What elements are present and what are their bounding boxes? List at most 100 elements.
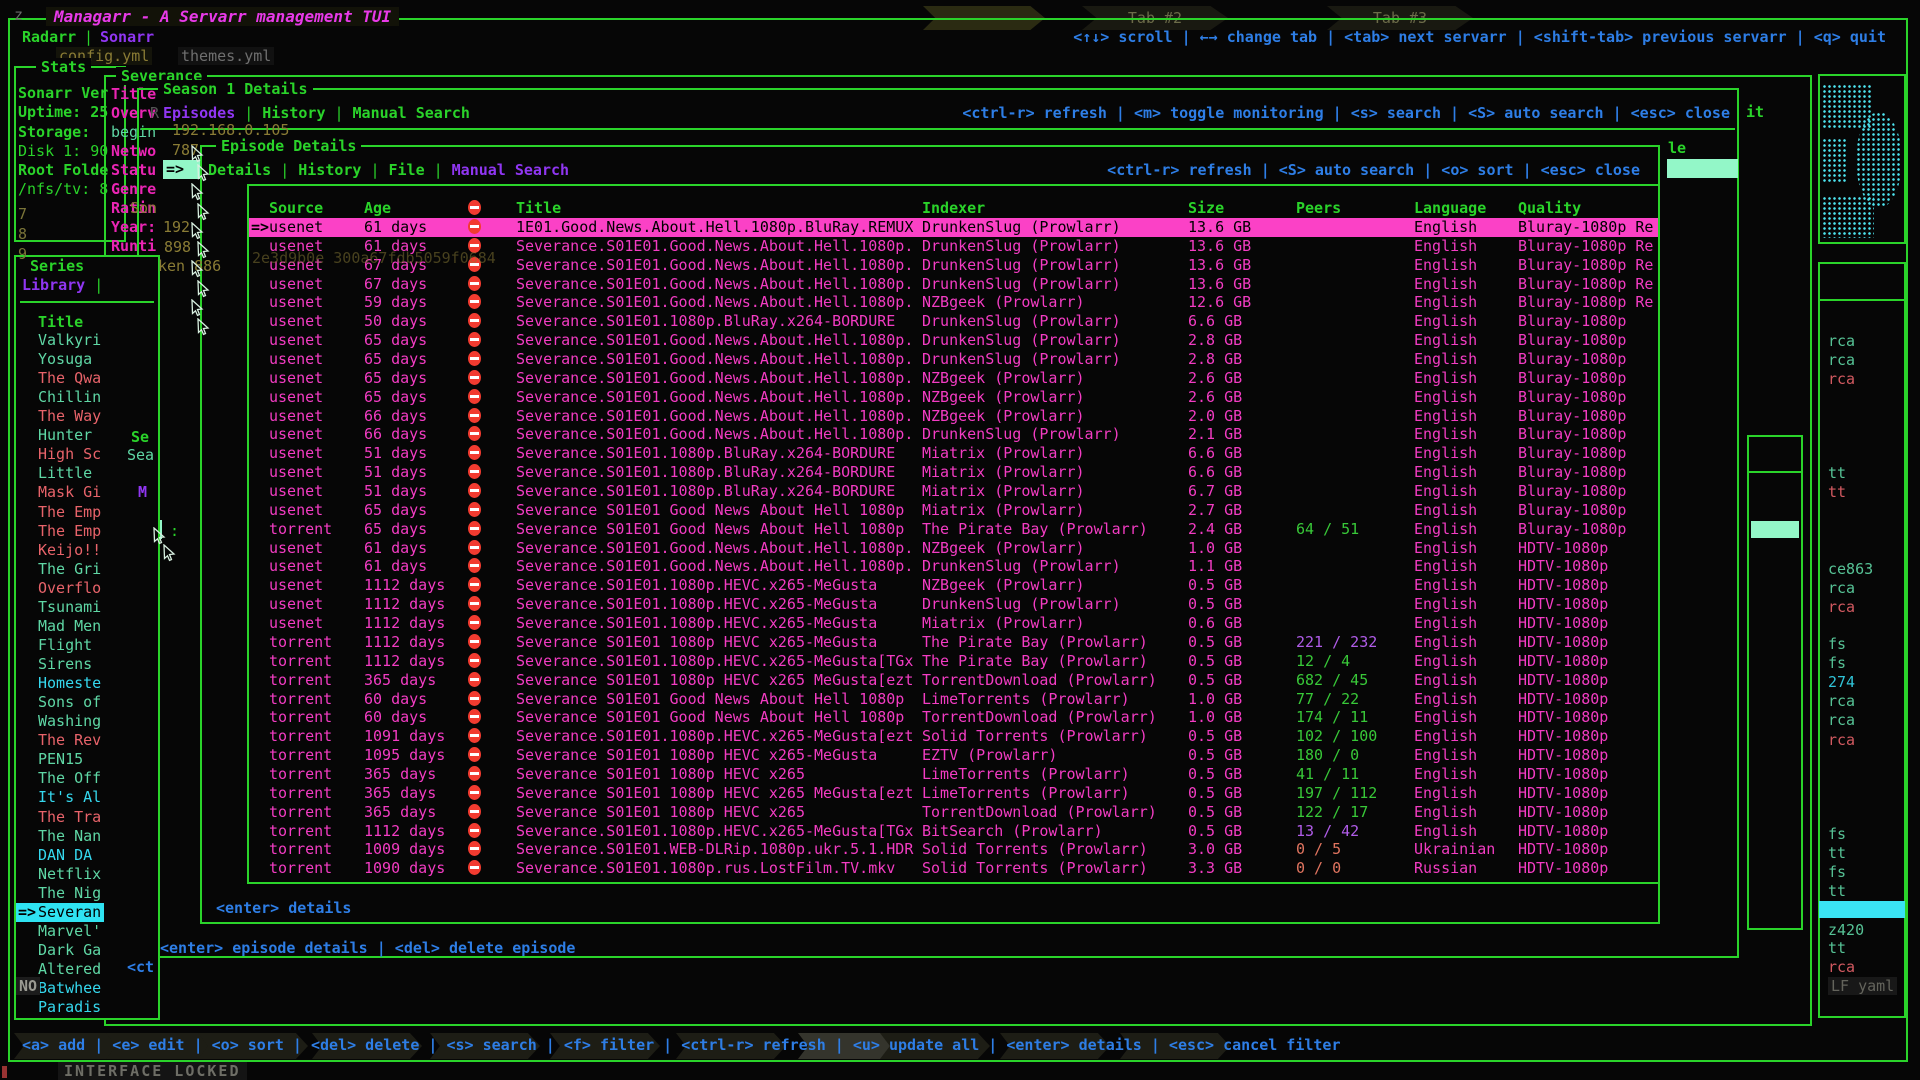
table-row[interactable]: usenet59 daysSeverance.S01E01.Good.News.… bbox=[249, 293, 1658, 312]
series-list-item[interactable]: Little bbox=[16, 464, 156, 483]
table-row[interactable]: torrent365 daysSeverance S01E01 1080p HE… bbox=[249, 784, 1658, 803]
cell-rejected bbox=[468, 595, 488, 614]
header-quality: Quality bbox=[1518, 199, 1658, 218]
series-library-subtitle-separator: | bbox=[94, 276, 103, 294]
series-list-item[interactable]: Valkyri bbox=[16, 331, 156, 350]
no-entry-icon bbox=[468, 634, 481, 649]
table-row[interactable]: torrent1095 daysSeverance S01E01 1080p H… bbox=[249, 746, 1658, 765]
episode-tab-file[interactable]: File bbox=[389, 161, 425, 179]
series-list-item[interactable]: The Rev bbox=[16, 731, 156, 750]
table-row[interactable]: torrent65 daysSeverance S01E01 Good News… bbox=[249, 520, 1658, 539]
table-row[interactable]: usenet51 daysSeverance.S01E01.1080p.BluR… bbox=[249, 482, 1658, 501]
series-list-item[interactable]: =>Severan bbox=[16, 903, 156, 922]
table-row[interactable]: usenet51 daysSeverance.S01E01.1080p.BluR… bbox=[249, 444, 1658, 463]
cell-language: English bbox=[1414, 652, 1514, 671]
series-list-item[interactable]: The Tra bbox=[16, 808, 156, 827]
table-row[interactable]: torrent60 daysSeverance S01E01 Good News… bbox=[249, 690, 1658, 709]
table-row[interactable]: usenet65 daysSeverance S01E01 Good News … bbox=[249, 501, 1658, 520]
cell-age: 61 days bbox=[364, 557, 464, 576]
table-row[interactable]: torrent60 daysSeverance S01E01 Good News… bbox=[249, 708, 1658, 727]
table-row[interactable]: usenet65 daysSeverance.S01E01.Good.News.… bbox=[249, 369, 1658, 388]
season-tabs-divider bbox=[141, 128, 1735, 130]
series-list-item[interactable]: The Qwa bbox=[16, 369, 156, 388]
series-list-item[interactable]: Netflix bbox=[16, 865, 156, 884]
cell-size: 0.5 GB bbox=[1188, 576, 1292, 595]
table-row[interactable]: usenet1112 daysSeverance.S01E01.1080p.HE… bbox=[249, 595, 1658, 614]
series-list-item[interactable]: It's Al bbox=[16, 788, 156, 807]
cell-language: English bbox=[1414, 501, 1514, 520]
cell-rejected bbox=[468, 859, 488, 878]
series-list-item[interactable]: Mad Men bbox=[16, 617, 156, 636]
table-row[interactable]: torrent1112 daysSeverance.S01E01.1080p.H… bbox=[249, 822, 1658, 841]
table-row[interactable]: usenet65 daysSeverance.S01E01.Good.News.… bbox=[249, 331, 1658, 350]
episode-tab-history[interactable]: History bbox=[298, 161, 361, 179]
table-row[interactable]: usenet65 daysSeverance.S01E01.Good.News.… bbox=[249, 350, 1658, 369]
series-item-label: The Qwa bbox=[38, 369, 153, 388]
table-row[interactable]: torrent365 daysSeverance S01E01 1080p HE… bbox=[249, 671, 1658, 690]
series-list-item[interactable]: The Nig bbox=[16, 884, 156, 903]
cell-peers bbox=[1296, 256, 1410, 275]
series-list-item[interactable]: Washing bbox=[16, 712, 156, 731]
series-list-item[interactable]: The Emp bbox=[16, 503, 156, 522]
table-row[interactable]: torrent1112 daysSeverance.S01E01.1080p.H… bbox=[249, 652, 1658, 671]
cell-rejected bbox=[468, 652, 488, 671]
series-list-item[interactable]: The Way bbox=[16, 407, 156, 426]
table-row[interactable]: usenet1112 daysSeverance.S01E01.1080p.HE… bbox=[249, 614, 1658, 633]
series-list-item[interactable]: Mask Gi bbox=[16, 483, 156, 502]
table-row[interactable]: torrent1090 daysSeverance.S01E01.1080p.r… bbox=[249, 859, 1658, 878]
table-row[interactable]: usenet67 daysSeverance.S01E01.Good.News.… bbox=[249, 275, 1658, 294]
series-item-label: Flight bbox=[38, 636, 153, 655]
episode-tab-manual-search[interactable]: Manual Search bbox=[452, 161, 569, 179]
cell-language: English bbox=[1414, 727, 1514, 746]
series-list-item[interactable]: The Emp bbox=[16, 522, 156, 541]
series-list-item[interactable]: The Nan bbox=[16, 827, 156, 846]
series-list-item[interactable]: Chillin bbox=[16, 388, 156, 407]
table-row[interactable]: torrent1112 daysSeverance S01E01 1080p H… bbox=[249, 633, 1658, 652]
table-row[interactable]: =>usenet61 days1E01.Good.News.About.Hell… bbox=[249, 218, 1658, 237]
series-list-item[interactable]: Yosuga bbox=[16, 350, 156, 369]
right-side-panel-divider bbox=[1820, 299, 1904, 301]
series-list-item[interactable]: The Off bbox=[16, 769, 156, 788]
cell-language: English bbox=[1414, 822, 1514, 841]
cell-size: 13.6 GB bbox=[1188, 237, 1292, 256]
season-tab-history[interactable]: History bbox=[262, 104, 325, 122]
cell-language: English bbox=[1414, 237, 1514, 256]
table-row[interactable]: usenet61 daysSeverance.S01E01.Good.News.… bbox=[249, 557, 1658, 576]
season-tab-manual-search[interactable]: Manual Search bbox=[353, 104, 470, 122]
series-list-item[interactable]: Paradis bbox=[16, 998, 156, 1017]
table-row[interactable]: usenet65 daysSeverance.S01E01.Good.News.… bbox=[249, 388, 1658, 407]
series-list-item[interactable]: The Gri bbox=[16, 560, 156, 579]
table-row[interactable]: torrent1091 daysSeverance.S01E01.1080p.H… bbox=[249, 727, 1658, 746]
table-row[interactable]: torrent365 daysSeverance S01E01 1080p HE… bbox=[249, 765, 1658, 784]
series-list-item[interactable]: PEN15 bbox=[16, 750, 156, 769]
cell-source: usenet bbox=[269, 482, 364, 501]
table-row[interactable]: torrent1009 daysSeverance.S01E01.WEB-DLR… bbox=[249, 840, 1658, 859]
no-entry-icon bbox=[468, 540, 481, 555]
table-row[interactable]: usenet50 daysSeverance.S01E01.1080p.BluR… bbox=[249, 312, 1658, 331]
cell-peers bbox=[1296, 293, 1410, 312]
series-list-item[interactable]: Homeste bbox=[16, 674, 156, 693]
cell-source: usenet bbox=[269, 331, 364, 350]
cell-indexer: DrunkenSlug (Prowlarr) bbox=[922, 331, 1184, 350]
tab-sonarr[interactable]: Sonarr bbox=[100, 28, 154, 46]
table-row[interactable]: usenet66 daysSeverance.S01E01.Good.News.… bbox=[249, 407, 1658, 426]
series-list-item[interactable]: Sons of bbox=[16, 693, 156, 712]
table-row[interactable]: usenet66 daysSeverance.S01E01.Good.News.… bbox=[249, 425, 1658, 444]
cell-quality: HDTV-1080p bbox=[1518, 746, 1658, 765]
series-list-item[interactable]: Tsunami bbox=[16, 598, 156, 617]
tab-radarr[interactable]: Radarr bbox=[22, 28, 76, 46]
scrollbar-box[interactable] bbox=[1747, 435, 1803, 930]
episode-tab-details[interactable]: Details bbox=[208, 161, 271, 179]
table-row[interactable]: torrent365 daysSeverance S01E01 1080p HE… bbox=[249, 803, 1658, 822]
season-tab-episodes[interactable]: Episodes bbox=[163, 104, 235, 122]
series-list-item[interactable]: Keijo!! bbox=[16, 541, 156, 560]
table-row[interactable]: usenet51 daysSeverance.S01E01.1080p.BluR… bbox=[249, 463, 1658, 482]
series-list-item[interactable]: Flight bbox=[16, 636, 156, 655]
series-list-item[interactable]: Sirens bbox=[16, 655, 156, 674]
series-list-item[interactable]: DAN DA bbox=[16, 846, 156, 865]
scrollbar-thumb[interactable] bbox=[1751, 521, 1799, 538]
table-row[interactable]: usenet1112 daysSeverance.S01E01.1080p.HE… bbox=[249, 576, 1658, 595]
table-row[interactable]: usenet61 daysSeverance.S01E01.Good.News.… bbox=[249, 539, 1658, 558]
series-list-item[interactable]: Overflo bbox=[16, 579, 156, 598]
series-list-item[interactable]: Marvel' bbox=[16, 922, 156, 941]
